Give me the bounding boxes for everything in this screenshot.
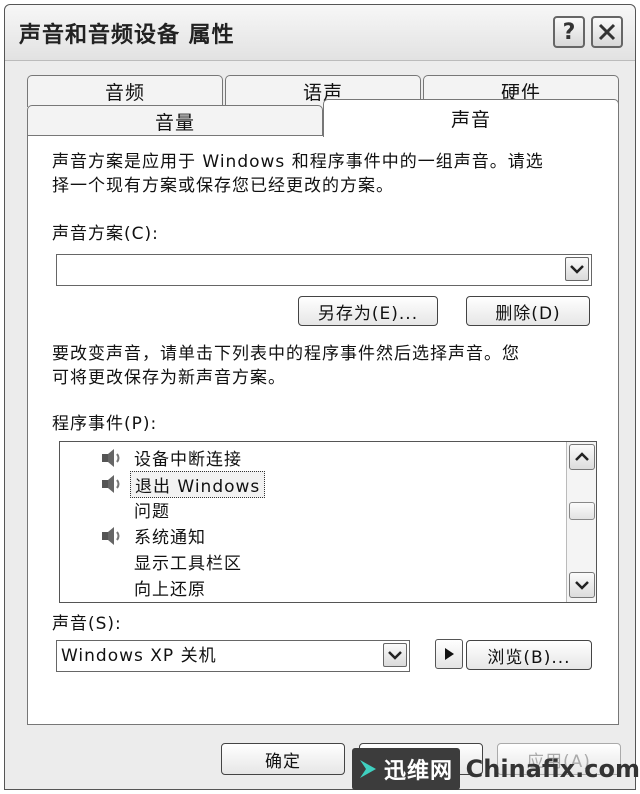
watermark-logo: 迅维网: [352, 748, 460, 790]
sound-properties-dialog: 声音和音频设备 属性 ? 音频 语声 硬件 音量 声音 声音方案是应用于 Win…: [4, 4, 636, 790]
logo-icon: [360, 760, 376, 778]
sound-label: 声音(S):: [52, 614, 122, 634]
program-events-label: 程序事件(P):: [52, 414, 158, 434]
event-label: 问题: [134, 502, 170, 522]
events-scrollbar[interactable]: [566, 442, 596, 602]
event-label: 设备中断连接: [134, 450, 242, 470]
ok-button[interactable]: 确定: [221, 743, 345, 775]
sound-value: Windows XP 关机: [61, 646, 217, 666]
chevron-down-icon: [570, 265, 584, 274]
delete-button[interactable]: 删除(D): [466, 296, 590, 326]
sound-scheme-dropdown-button[interactable]: [565, 257, 589, 281]
scroll-thumb[interactable]: [569, 502, 595, 520]
description-line-2: 择一个现有方案或保存您已经更改的方案。: [52, 176, 394, 196]
event-label: 向上还原: [134, 580, 206, 600]
event-label: 退出 Windows: [130, 471, 266, 498]
event-list-item[interactable]: 设备中断连接: [60, 444, 560, 470]
tab-volume[interactable]: 音量: [27, 105, 323, 136]
sound-dropdown-button[interactable]: [383, 643, 407, 667]
instructions-line-2: 可将更改保存为新声音方案。: [52, 368, 286, 388]
window-title: 声音和音频设备 属性: [19, 23, 235, 48]
event-label: 显示工具栏区: [134, 554, 242, 574]
scroll-up-button[interactable]: [569, 444, 595, 470]
watermark-site: Chinafix.com: [465, 755, 640, 783]
tab-volume-label: 音量: [154, 111, 195, 134]
event-label: 系统通知: [134, 528, 206, 548]
sound-select[interactable]: Windows XP 关机: [56, 640, 410, 672]
save-as-button[interactable]: 另存为(E)...: [298, 296, 438, 326]
sounds-tab-panel: 声音方案是应用于 Windows 和程序事件中的一组声音。请选 择一个现有方案或…: [27, 135, 619, 725]
event-list-item[interactable]: 显示工具栏区: [60, 548, 560, 574]
scroll-down-button[interactable]: [569, 572, 595, 598]
watermark-logo-text: 迅维网: [384, 759, 454, 784]
sound-scheme-select[interactable]: [56, 254, 592, 286]
play-icon: [445, 648, 454, 660]
chevron-down-icon: [575, 581, 589, 590]
event-list-item[interactable]: 问题: [60, 496, 560, 522]
watermark: 迅维网 Chinafix.com: [352, 744, 640, 794]
tab-sounds[interactable]: 声音: [323, 99, 619, 137]
browse-button[interactable]: 浏览(B)...: [466, 640, 592, 670]
event-list-item[interactable]: 系统通知: [60, 522, 560, 548]
tab-sounds-label: 声音: [450, 109, 491, 131]
sound-scheme-label: 声音方案(C):: [52, 224, 159, 244]
event-list-item[interactable]: 向上还原: [60, 574, 560, 600]
help-button[interactable]: ?: [553, 16, 585, 48]
title-bar: 声音和音频设备 属性 ?: [5, 5, 635, 61]
tab-audio[interactable]: 音频: [27, 75, 223, 107]
close-button[interactable]: [591, 16, 623, 48]
play-sound-button[interactable]: [435, 639, 463, 669]
chevron-up-icon: [575, 452, 589, 461]
instructions-line-1: 要改变声音，请单击下列表中的程序事件然后选择声音。您: [52, 344, 520, 364]
description-line-1: 声音方案是应用于 Windows 和程序事件中的一组声音。请选: [52, 152, 544, 172]
tab-audio-label: 音频: [104, 82, 145, 104]
close-icon: [598, 23, 616, 41]
help-icon: ?: [562, 19, 576, 45]
program-events-list[interactable]: 设备中断连接 退出 Windows 问题系统通知显示工具栏区 向上还原: [59, 441, 597, 603]
event-list-item[interactable]: 退出 Windows: [60, 470, 560, 498]
chevron-down-icon: [388, 651, 402, 660]
